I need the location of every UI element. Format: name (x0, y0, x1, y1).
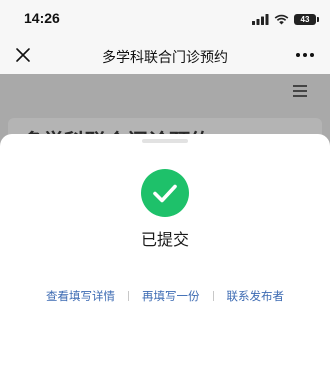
status-time: 14:26 (24, 10, 60, 26)
status-icons: 43 (252, 12, 319, 26)
sheet-handle[interactable] (142, 139, 188, 143)
wifi-icon (274, 14, 289, 24)
action-links: 查看填写详情 再填写一份 联系发布者 (0, 287, 330, 305)
divider (212, 291, 214, 301)
contact-publisher-link[interactable]: 联系发布者 (227, 288, 285, 304)
more-options-icon[interactable] (292, 44, 318, 66)
submission-result-sheet: 已提交 查看填写详情 再填写一份 联系发布者 (0, 134, 330, 391)
signal-icon (252, 13, 269, 25)
submission-status: 已提交 (140, 230, 189, 249)
divider (128, 291, 129, 301)
checkmark-icon (153, 184, 177, 203)
menu-icon (293, 85, 307, 97)
battery-icon: 43 (294, 13, 319, 25)
fill-again-link[interactable]: 再填写一份 (142, 288, 200, 304)
status-bar: 14:26 43 (0, 0, 330, 36)
success-icon (141, 169, 189, 217)
page-title: 多学科联合门诊预约 (102, 50, 228, 66)
nav-bar: 多学科联合门诊预约 (0, 36, 330, 74)
view-details-link[interactable]: 查看填写详情 (46, 288, 115, 304)
